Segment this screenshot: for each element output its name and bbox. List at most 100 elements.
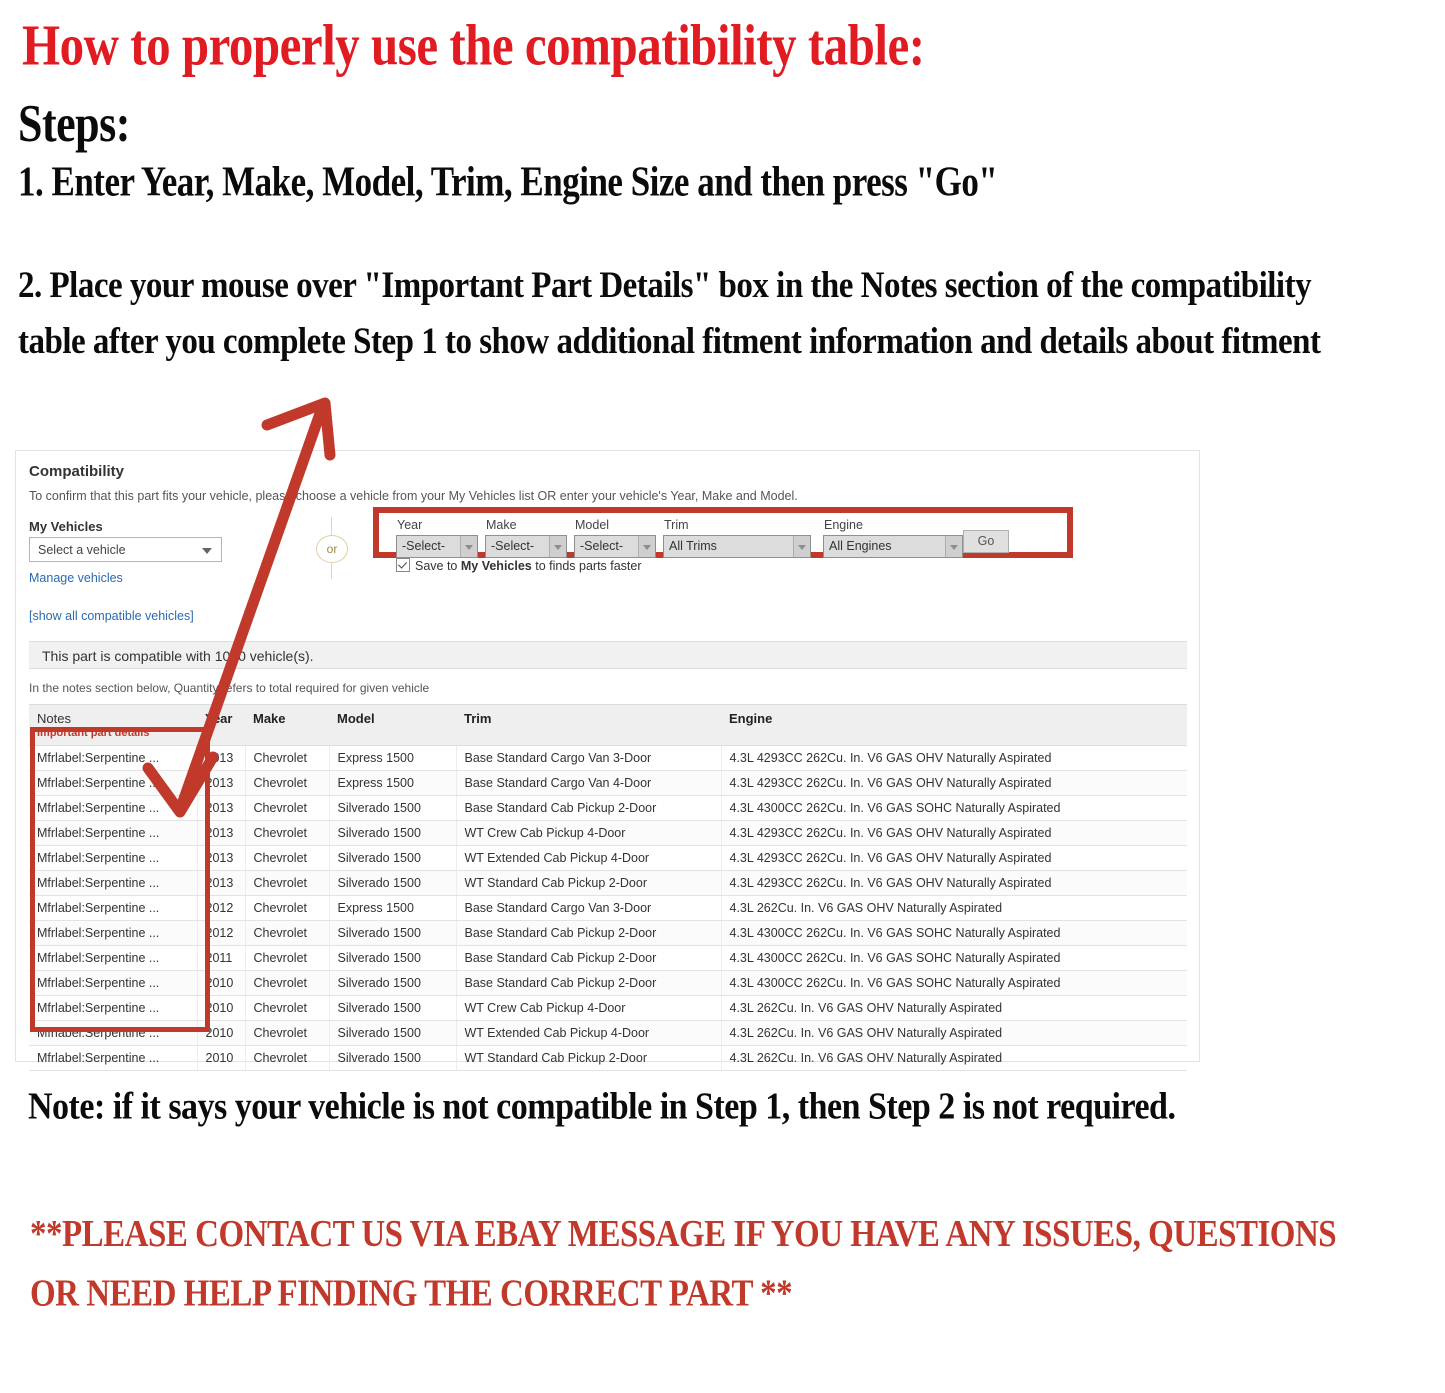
engine-select-value: All Engines [829,539,892,553]
cell-make: Chevrolet [245,1020,330,1046]
model-select[interactable]: -Select- [574,535,656,558]
cell-make: Chevrolet [245,770,330,796]
make-select[interactable]: -Select- [485,535,567,558]
make-label: Make [486,518,517,532]
engine-label: Engine [824,518,863,532]
vehicle-form-highlight-box: Year -Select- Make -Select- Model -Selec… [373,507,1073,573]
cell-make: Chevrolet [245,820,330,846]
trim-select-value: All Trims [669,539,717,553]
save-text-after: to finds parts faster [531,559,642,573]
chevron-down-icon [638,536,655,557]
go-button[interactable]: Go [963,530,1009,553]
cell-make: Chevrolet [245,795,330,821]
my-vehicles-label: My Vehicles [29,519,103,534]
chevron-down-icon [793,536,810,557]
cell-trim: Base Standard Cab Pickup 2-Door [456,970,722,996]
cell-model: Silverado 1500 [329,820,457,846]
cell-make: Chevrolet [245,895,330,921]
my-vehicles-select-value: Select a vehicle [38,543,126,557]
my-vehicles-select[interactable]: Select a vehicle [29,537,222,562]
trim-label: Trim [664,518,689,532]
cell-trim: WT Extended Cab Pickup 4-Door [456,845,722,871]
cell-model: Express 1500 [329,745,457,771]
table-row[interactable]: Mfrlabel:Serpentine ... 2010 Chevrolet Silv… [29,1045,1187,1071]
save-checkbox[interactable] [396,558,410,572]
header-notes-line1: Notes [37,711,71,726]
cell-trim: Base Standard Cab Pickup 2-Door [456,795,722,821]
make-select-value: -Select- [491,539,535,553]
cell-make: Chevrolet [245,1045,330,1071]
cell-model: Silverado 1500 [329,970,457,996]
cell-make: Chevrolet [245,920,330,946]
save-to-my-vehicles-row[interactable]: Save to My Vehicles to finds parts faste… [396,558,642,573]
compatibility-subtext: To confirm that this part fits your vehi… [29,489,798,503]
header-trim: Trim [456,704,721,746]
cell-engine: 4.3L 4293CC 262Cu. In. V6 GAS OHV Natura… [721,845,1187,871]
cell-engine: 4.3L 4293CC 262Cu. In. V6 GAS OHV Natura… [721,870,1187,896]
save-text-before: Save to [415,559,461,573]
contact-text: **PLEASE CONTACT US VIA EBAY MESSAGE IF … [30,1214,1337,1315]
note-text: Note: if it says your vehicle is not com… [28,1085,1176,1128]
cell-trim: Base Standard Cargo Van 4-Door [456,770,722,796]
cell-engine: 4.3L 4300CC 262Cu. In. V6 GAS SOHC Natur… [721,920,1187,946]
cell-engine: 4.3L 4293CC 262Cu. In. V6 GAS OHV Natura… [721,770,1187,796]
compatibility-heading: Compatibility [29,463,125,480]
cell-trim: WT Crew Cab Pickup 4-Door [456,820,722,846]
cell-make: Chevrolet [245,945,330,971]
model-select-value: -Select- [580,539,624,553]
cell-engine: 4.3L 4293CC 262Cu. In. V6 GAS OHV Natura… [721,745,1187,771]
cell-trim: WT Standard Cab Pickup 2-Door [456,870,722,896]
model-label: Model [575,518,610,532]
cell-trim: WT Extended Cab Pickup 4-Door [456,1020,722,1046]
chevron-down-icon [202,548,212,554]
cell-model: Silverado 1500 [329,845,457,871]
cell-make: Chevrolet [245,970,330,996]
cell-make: Chevrolet [245,845,330,871]
cell-trim: WT Standard Cab Pickup 2-Door [456,1045,722,1071]
chevron-down-icon [549,536,566,557]
cell-model: Silverado 1500 [329,945,457,971]
cell-model: Silverado 1500 [329,1020,457,1046]
header-model: Model [329,704,456,746]
cell-trim: Base Standard Cargo Van 3-Door [456,895,722,921]
chevron-down-icon [945,536,962,557]
cell-trim: Base Standard Cab Pickup 2-Door [456,945,722,971]
year-label: Year [397,518,423,532]
cell-model: Silverado 1500 [329,995,457,1021]
or-divider-label: or [316,535,348,563]
compatible-count-text: This part is compatible with 1000 vehicl… [42,648,314,664]
chevron-down-icon [460,536,477,557]
show-all-compatible-vehicles-link[interactable]: [show all compatible vehicles] [29,609,194,623]
or-divider: or [312,517,352,579]
cell-trim: Base Standard Cab Pickup 2-Door [456,920,722,946]
cell-engine: 4.3L 262Cu. In. V6 GAS OHV Naturally Asp… [721,895,1187,921]
cell-year: 2010 [197,1045,246,1071]
cell-engine: 4.3L 262Cu. In. V6 GAS OHV Naturally Asp… [721,1045,1187,1071]
cell-model: Express 1500 [329,770,457,796]
cell-model: Silverado 1500 [329,1045,457,1071]
engine-select[interactable]: All Engines [823,535,963,558]
cell-engine: 4.3L 262Cu. In. V6 GAS OHV Naturally Asp… [721,995,1187,1021]
year-select[interactable]: -Select- [396,535,478,558]
cell-engine: 4.3L 4300CC 262Cu. In. V6 GAS SOHC Natur… [721,970,1187,996]
compatibility-panel: Compatibility To confirm that this part … [15,450,1200,1071]
step-1-text: 1. Enter Year, Make, Model, Trim, Engine… [18,157,998,206]
cell-engine: 4.3L 4293CC 262Cu. In. V6 GAS OHV Natura… [721,820,1187,846]
trim-select[interactable]: All Trims [663,535,811,558]
manage-vehicles-link[interactable]: Manage vehicles [29,571,123,585]
cell-model: Express 1500 [329,895,457,921]
notes-quantity-hint: In the notes section below, Quantity ref… [29,681,430,695]
cell-model: Silverado 1500 [329,795,457,821]
cell-trim: Base Standard Cargo Van 3-Door [456,745,722,771]
cell-make: Chevrolet [245,745,330,771]
cell-make: Chevrolet [245,870,330,896]
cell-make: Chevrolet [245,995,330,1021]
important-part-details-highlight-box [30,727,210,1032]
cell-notes: Mfrlabel:Serpentine ... [29,1045,198,1071]
cell-model: Silverado 1500 [329,920,457,946]
cell-model: Silverado 1500 [329,870,457,896]
header-make: Make [245,704,329,746]
steps-label: Steps: [18,94,130,154]
page-title: How to properly use the compatibility ta… [22,12,925,78]
compatible-count-banner: This part is compatible with 1000 vehicl… [29,641,1187,669]
